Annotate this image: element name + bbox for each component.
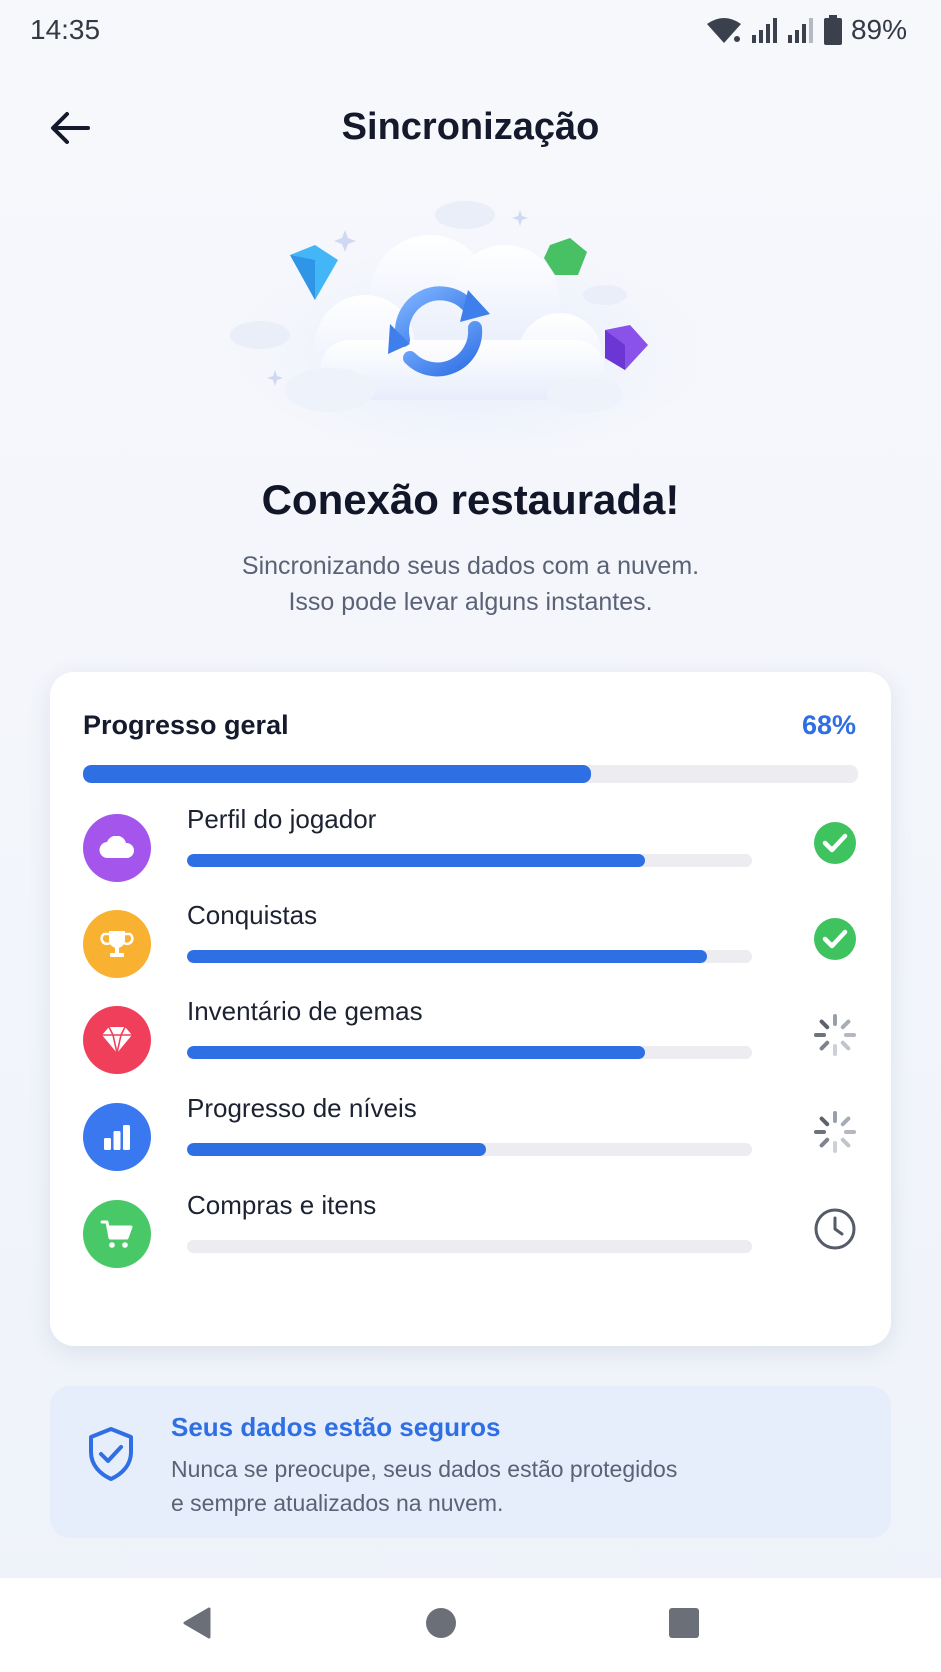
cloud-sync-icon bbox=[220, 190, 720, 455]
hero-subtitle-line: Sincronizando seus dados com a nuvem. bbox=[241, 552, 700, 580]
sync-item-levels: Progresso de níveis bbox=[50, 1093, 891, 1185]
cloud-icon bbox=[83, 814, 151, 882]
spinner-icon bbox=[812, 1012, 858, 1058]
clock-icon bbox=[812, 1206, 858, 1252]
sync-item-label: Inventário de gemas bbox=[187, 996, 423, 1026]
sync-item-progress-bar bbox=[187, 1046, 752, 1059]
sync-item-progress-bar bbox=[187, 1143, 752, 1156]
sync-item-progress-fill bbox=[187, 854, 645, 867]
page-title: Sincronização bbox=[341, 106, 600, 148]
sync-screen: 14:35 89% Sincronização Conexão restaura… bbox=[0, 0, 941, 1672]
app-header: Sincronização bbox=[0, 92, 941, 168]
hero-subtitle-line: Isso pode levar alguns instantes. bbox=[288, 588, 653, 616]
sync-item-progress-bar bbox=[187, 854, 752, 867]
cart-icon bbox=[83, 1200, 151, 1268]
sync-item-progress-fill bbox=[187, 1143, 487, 1156]
check-circle-icon bbox=[812, 820, 858, 866]
sync-item-progress-bar bbox=[187, 950, 752, 963]
sync-item-label: Progresso de níveis bbox=[187, 1093, 417, 1123]
nav-home-button[interactable] bbox=[418, 1602, 464, 1648]
sync-item-purchases: Compras e itens bbox=[50, 1190, 891, 1282]
sync-item-label: Perfil do jogador bbox=[187, 804, 377, 834]
status-time: 14:35 bbox=[30, 14, 101, 45]
overall-progress-value: 68% bbox=[801, 710, 856, 740]
battery-percent: 89% bbox=[850, 14, 907, 45]
triangle-back-icon bbox=[179, 1605, 215, 1646]
sync-item-label: Compras e itens bbox=[187, 1190, 377, 1220]
wifi-icon bbox=[705, 16, 743, 44]
spinner-icon bbox=[812, 1109, 858, 1155]
status-icons: 89% bbox=[705, 14, 907, 46]
trophy-icon bbox=[83, 910, 151, 978]
secure-text-line: e sempre atualizados na nuvem. bbox=[171, 1490, 504, 1516]
signal-icon bbox=[787, 16, 815, 44]
square-recents-icon bbox=[667, 1606, 701, 1645]
secure-data-banner: Seus dados estão seguros Nunca se preocu… bbox=[50, 1386, 891, 1538]
gem-icon bbox=[83, 1006, 151, 1074]
system-nav-bar bbox=[0, 1578, 941, 1672]
secure-text-line: Nunca se preocupe, seus dados estão prot… bbox=[171, 1456, 678, 1482]
sync-item-label: Conquistas bbox=[187, 900, 318, 930]
check-circle-icon bbox=[812, 916, 858, 962]
secure-text: Nunca se preocupe, seus dados estão prot… bbox=[171, 1452, 831, 1520]
nav-back-button[interactable] bbox=[174, 1602, 220, 1648]
circle-home-icon bbox=[424, 1606, 458, 1645]
overall-progress-bar bbox=[83, 765, 858, 783]
sync-item-gems: Inventário de gemas bbox=[50, 996, 891, 1088]
overall-progress-fill bbox=[83, 765, 591, 783]
sync-item-progress-fill bbox=[187, 950, 707, 963]
secure-title: Seus dados estão seguros bbox=[171, 1412, 501, 1442]
battery-icon bbox=[823, 15, 843, 45]
hero-subtitle: Sincronizando seus dados com a nuvem. Is… bbox=[0, 548, 941, 620]
sync-item-progress-bar bbox=[187, 1240, 752, 1253]
sync-item-profile: Perfil do jogador bbox=[50, 804, 891, 896]
shield-check-icon bbox=[86, 1426, 136, 1482]
sync-item-progress-fill bbox=[187, 1046, 645, 1059]
sync-item-achievements: Conquistas bbox=[50, 900, 891, 992]
status-bar: 14:35 89% bbox=[0, 0, 941, 62]
bar-chart-icon bbox=[83, 1103, 151, 1171]
progress-card: Progresso geral 68% Perfil do jogador Co… bbox=[50, 672, 891, 1346]
hero-title: Conexão restaurada! bbox=[261, 476, 680, 523]
overall-progress-label: Progresso geral bbox=[83, 710, 289, 740]
nav-recents-button[interactable] bbox=[661, 1602, 707, 1648]
signal-icon bbox=[751, 16, 779, 44]
